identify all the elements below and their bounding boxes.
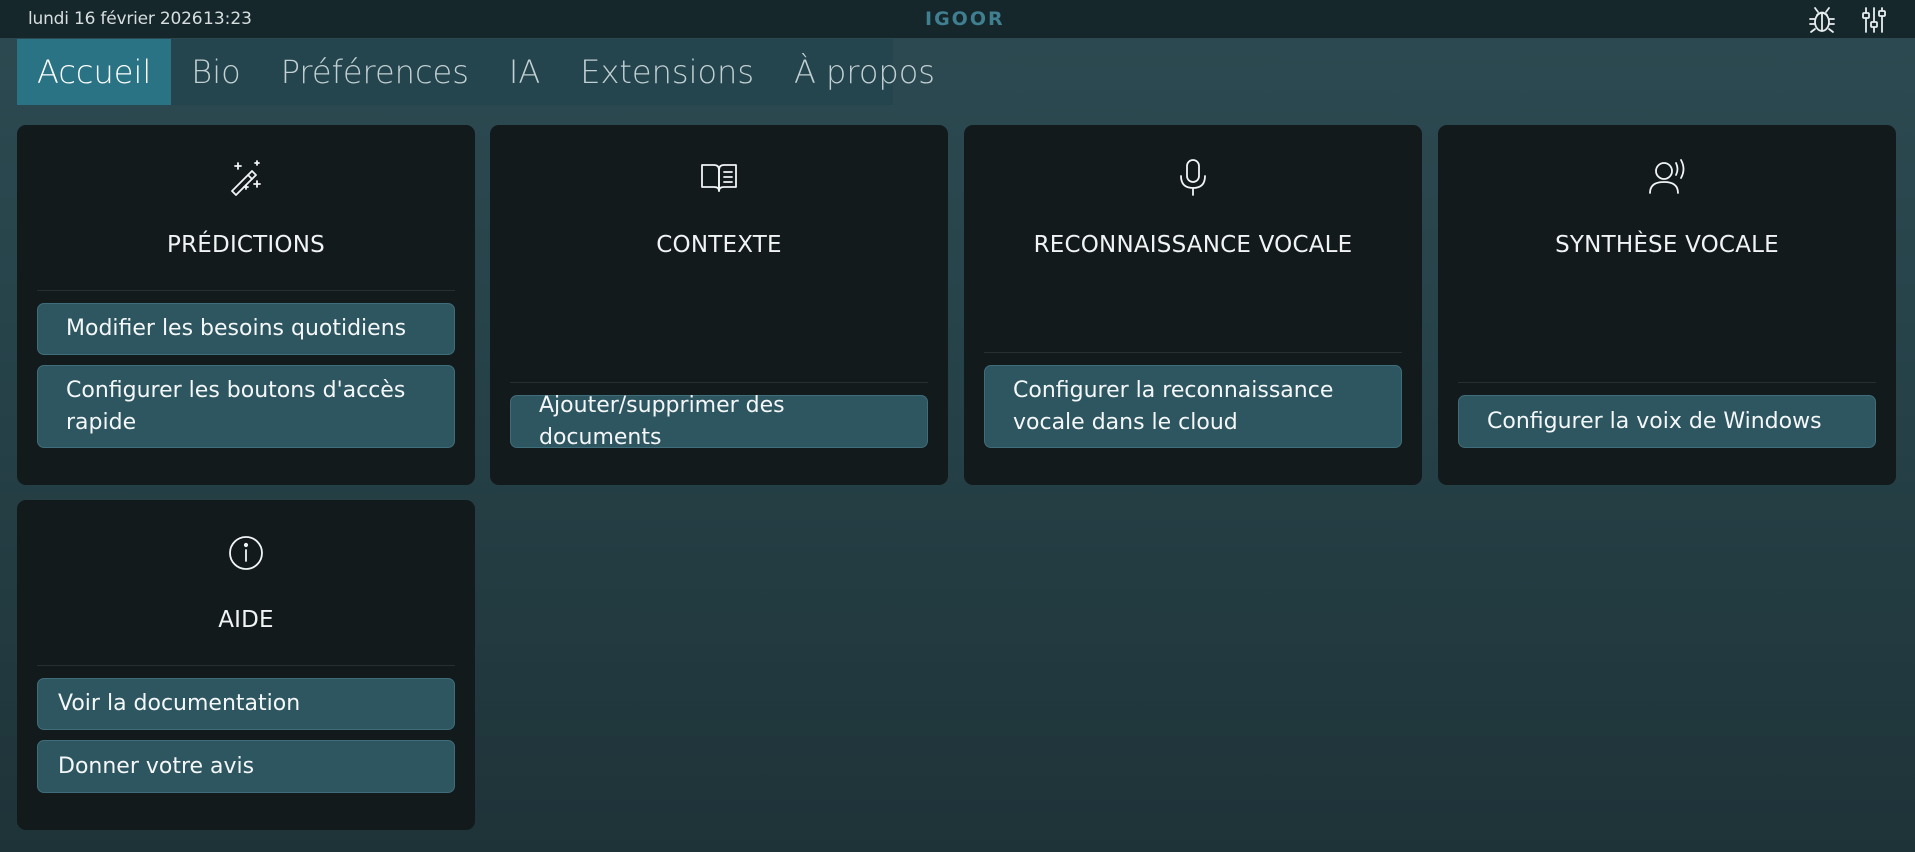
- modify-daily-needs-button[interactable]: Modifier les besoins quotidiens: [37, 303, 455, 355]
- status-bar: lundi 16 février 2026 13:23 IGOOR: [0, 0, 1915, 38]
- book-icon: [699, 157, 739, 197]
- add-remove-documents-button[interactable]: Ajouter/supprimer des documents: [510, 393, 928, 450]
- configure-cloud-recognition-button[interactable]: Configurer la reconnaissance vocale dans…: [984, 365, 1402, 448]
- divider: [984, 352, 1402, 353]
- bug-icon[interactable]: [1806, 4, 1838, 36]
- tab-accueil[interactable]: Accueil: [17, 39, 172, 105]
- tab-extensions[interactable]: Extensions: [560, 39, 774, 105]
- app-logo: IGOOR: [925, 8, 1005, 30]
- configure-windows-voice-button[interactable]: Configurer la voix de Windows: [1458, 395, 1876, 448]
- main-tabs: Accueil Bio Préférences IA Extensions À …: [17, 39, 935, 105]
- card-title: SYNTHÈSE VOCALE: [1555, 232, 1779, 258]
- info-icon: [226, 533, 266, 573]
- card-title: PRÉDICTIONS: [167, 232, 325, 258]
- divider: [1458, 382, 1876, 383]
- view-documentation-button[interactable]: Voir la documentation: [37, 678, 455, 730]
- speaking-user-icon: [1647, 157, 1687, 197]
- card-speech-recognition: RECONNAISSANCE VOCALE Configurer la reco…: [964, 125, 1422, 485]
- card-speech-synthesis: SYNTHÈSE VOCALE Configurer la voix de Wi…: [1438, 125, 1896, 485]
- card-title: CONTEXTE: [656, 232, 782, 258]
- divider: [510, 382, 928, 383]
- configure-quick-access-button[interactable]: Configurer les boutons d'accès rapide: [37, 365, 455, 448]
- card-help: AIDE Voir la documentation Donner votre …: [17, 500, 475, 830]
- card-title: AIDE: [218, 607, 274, 633]
- card-predictions: PRÉDICTIONS Modifier les besoins quotidi…: [17, 125, 475, 485]
- tab-ia[interactable]: IA: [489, 39, 560, 105]
- sliders-icon[interactable]: [1858, 4, 1890, 36]
- microphone-icon: [1173, 157, 1213, 197]
- divider: [37, 665, 455, 666]
- date-display: lundi 16 février 2026: [28, 9, 203, 29]
- card-context: CONTEXTE Ajouter/supprimer des documents: [490, 125, 948, 485]
- card-title: RECONNAISSANCE VOCALE: [1033, 232, 1353, 258]
- tab-preferences[interactable]: Préférences: [261, 39, 489, 105]
- time-display: 13:23: [203, 9, 252, 29]
- tab-bio[interactable]: Bio: [171, 39, 260, 105]
- tab-a-propos[interactable]: À propos: [774, 39, 955, 105]
- divider: [37, 290, 455, 291]
- magic-wand-icon: [226, 157, 266, 197]
- give-feedback-button[interactable]: Donner votre avis: [37, 740, 455, 793]
